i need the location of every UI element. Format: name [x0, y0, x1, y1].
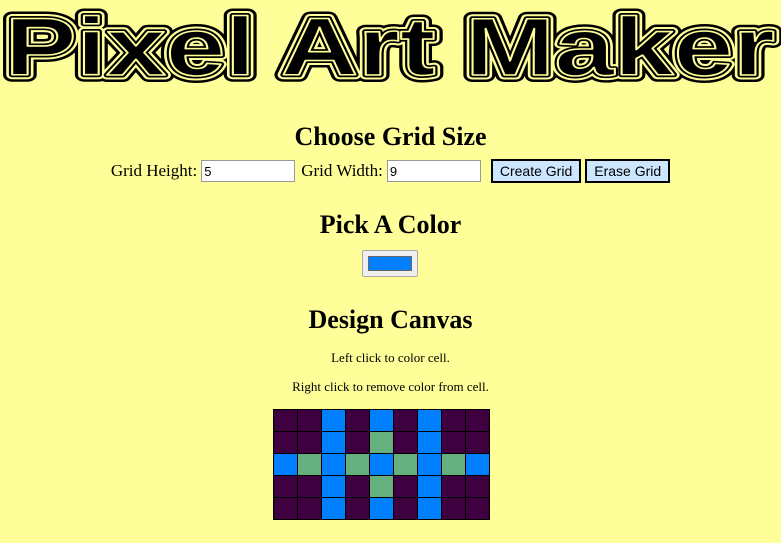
canvas-row [273, 475, 490, 498]
canvas-cell[interactable] [369, 475, 394, 498]
canvas-cell[interactable] [345, 475, 370, 498]
canvas-cell[interactable] [369, 409, 394, 432]
canvas-cell[interactable] [345, 453, 370, 476]
grid-size-heading: Choose Grid Size [294, 122, 487, 151]
canvas-cell[interactable] [441, 497, 466, 520]
canvas-cell[interactable] [273, 453, 298, 476]
canvas-cell[interactable] [441, 453, 466, 476]
grid-height-label: Grid Height: [110, 161, 198, 180]
canvas-cell[interactable] [417, 453, 442, 476]
canvas-cell[interactable] [321, 497, 346, 520]
canvas-cell[interactable] [417, 431, 442, 454]
selected-color-swatch [368, 256, 412, 271]
canvas-cell[interactable] [393, 475, 418, 498]
canvas-cell[interactable] [393, 409, 418, 432]
canvas-cell[interactable] [321, 409, 346, 432]
canvas-cell[interactable] [465, 475, 490, 498]
grid-height-input[interactable] [201, 160, 296, 182]
canvas-cell[interactable] [441, 475, 466, 498]
canvas-cell[interactable] [369, 497, 394, 520]
canvas-cell[interactable] [273, 497, 298, 520]
pick-color-heading: Pick A Color [319, 210, 462, 239]
grid-width-label: Grid Width: [301, 161, 383, 180]
canvas-cell[interactable] [297, 497, 322, 520]
canvas-cell[interactable] [321, 475, 346, 498]
page-title: Pixel Art Maker Pixel Art Maker Pixel Ar… [0, 0, 781, 90]
canvas-cell[interactable] [369, 431, 394, 454]
grid-width-input[interactable] [386, 160, 481, 182]
canvas-row [273, 409, 490, 432]
canvas-cell[interactable] [297, 431, 322, 454]
canvas-cell[interactable] [345, 497, 370, 520]
canvas-cell[interactable] [369, 453, 394, 476]
color-picker[interactable] [362, 250, 418, 277]
canvas-cell[interactable] [321, 431, 346, 454]
right-click-instruction: Right click to remove color from cell. [292, 379, 489, 394]
canvas-cell[interactable] [393, 431, 418, 454]
canvas-cell[interactable] [321, 453, 346, 476]
canvas-cell[interactable] [273, 475, 298, 498]
canvas-cell[interactable] [345, 409, 370, 432]
canvas-cell[interactable] [465, 409, 490, 432]
canvas-row [273, 431, 490, 454]
canvas-cell[interactable] [465, 431, 490, 454]
canvas-cell[interactable] [273, 409, 298, 432]
grid-size-form: Grid Height: Grid Width: Create Grid Era… [0, 158, 781, 184]
canvas-cell[interactable] [465, 497, 490, 520]
erase-grid-button[interactable]: Erase Grid [585, 159, 671, 183]
canvas-cell[interactable] [393, 497, 418, 520]
canvas-cell[interactable] [417, 497, 442, 520]
canvas-cell[interactable] [441, 409, 466, 432]
canvas-row [273, 453, 490, 476]
canvas-cell[interactable] [297, 475, 322, 498]
canvas-cell[interactable] [297, 409, 322, 432]
canvas-cell[interactable] [297, 453, 322, 476]
canvas-cell[interactable] [393, 453, 418, 476]
page-title-line-3: Pixel Art Maker [5, 2, 775, 90]
pixel-canvas [273, 409, 490, 520]
create-grid-button[interactable]: Create Grid [490, 159, 582, 183]
canvas-cell[interactable] [417, 475, 442, 498]
canvas-cell[interactable] [345, 431, 370, 454]
canvas-cell[interactable] [273, 431, 298, 454]
left-click-instruction: Left click to color cell. [331, 350, 450, 365]
canvas-cell[interactable] [417, 409, 442, 432]
canvas-cell[interactable] [441, 431, 466, 454]
design-canvas-heading: Design Canvas [308, 305, 473, 334]
canvas-cell[interactable] [465, 453, 490, 476]
canvas-row [273, 497, 490, 520]
